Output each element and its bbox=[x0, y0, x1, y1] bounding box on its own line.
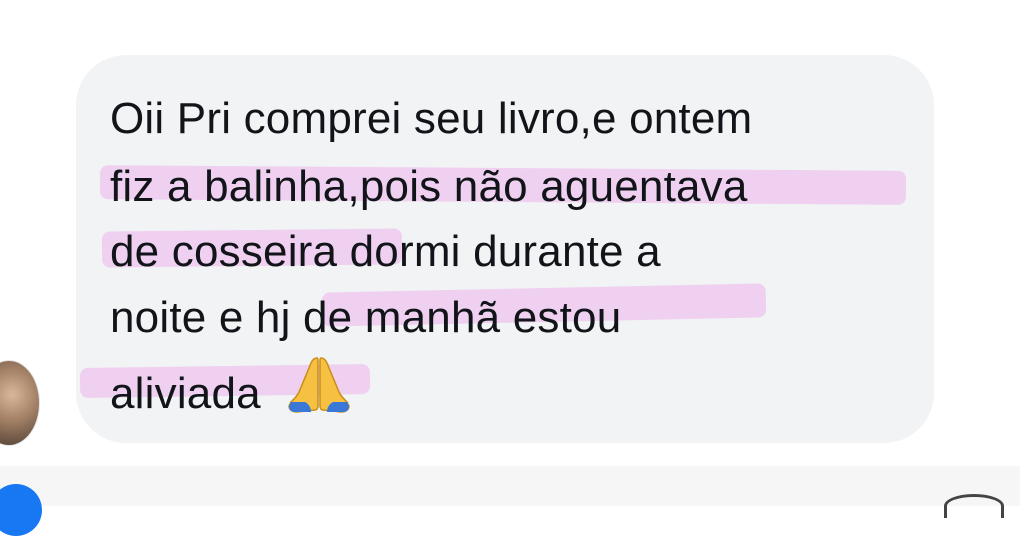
avatar[interactable] bbox=[0, 360, 40, 446]
message-line-4: noite e hj de manhã estou bbox=[110, 293, 622, 342]
folded-hands-icon bbox=[287, 354, 351, 430]
composer-bar bbox=[0, 466, 1020, 506]
emoji-button[interactable] bbox=[944, 494, 1004, 518]
message-line-3: de cosseira dormi durante a bbox=[110, 227, 661, 276]
message-line-2: fiz a balinha,pois não aguentava bbox=[110, 162, 748, 211]
message-line-1: Oii Pri comprei seu livro,e ontem bbox=[110, 94, 753, 143]
message-line-5: aliviada bbox=[110, 354, 351, 430]
message-line-5-text: aliviada bbox=[110, 369, 261, 418]
